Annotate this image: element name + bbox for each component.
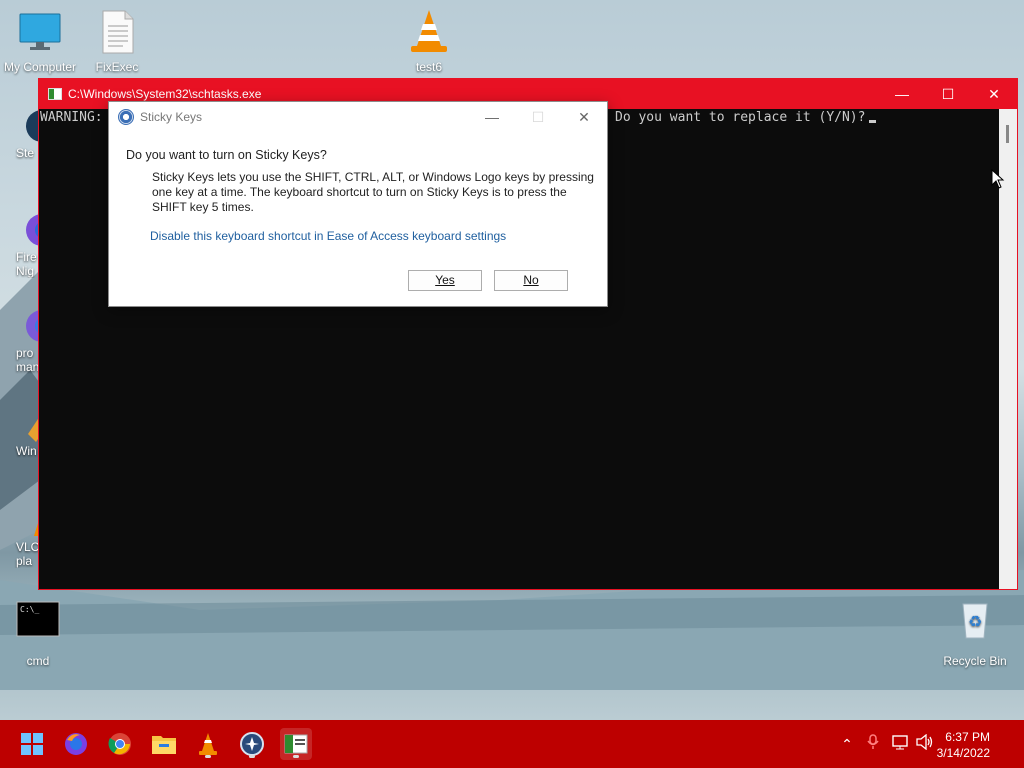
system-clock[interactable]: 6:37 PM 3/14/2022 <box>937 729 990 761</box>
monitor-icon <box>16 8 64 56</box>
yes-button[interactable]: Yes <box>408 270 482 291</box>
network-icon[interactable] <box>888 734 914 755</box>
console-window-icon <box>48 88 62 100</box>
vlc-cone-icon <box>405 8 453 56</box>
cmd-desktop-icon[interactable]: C:\_ cmd <box>0 600 78 668</box>
fixexec-label: FixExec <box>95 60 139 74</box>
show-hidden-icons-icon[interactable]: ⌃ <box>836 736 858 753</box>
cmd-icon: C:\_ <box>14 600 62 648</box>
fixexec-desktop-icon[interactable]: FixExec <box>77 8 157 74</box>
recycle-bin-desktop-icon[interactable]: ♻ Recycle Bin <box>935 600 1015 668</box>
app-icon <box>240 732 264 756</box>
dialog-title: Sticky Keys <box>140 110 203 124</box>
recycle-bin-icon: ♻ <box>951 600 999 648</box>
console-maximize-button[interactable]: ☐ <box>925 79 971 109</box>
dialog-description: Sticky Keys lets you use the SHIFT, CTRL… <box>152 170 594 214</box>
taskbar-app[interactable] <box>236 728 268 760</box>
mouse-pointer-icon <box>991 169 1005 189</box>
firefox-icon <box>65 733 87 755</box>
vlc-icon <box>199 733 217 755</box>
console-title: C:\Windows\System32\schtasks.exe <box>68 87 262 101</box>
taskbar-console-app[interactable] <box>280 728 312 760</box>
console-scroll-thumb[interactable] <box>1006 125 1009 143</box>
yes-button-label: Yes <box>435 273 455 287</box>
chrome-icon <box>108 733 131 755</box>
console-prompt-text: Do you want to replace it (Y/N)? <box>615 110 866 125</box>
dialog-titlebar[interactable]: Sticky Keys — ☐ ✕ <box>109 102 607 132</box>
taskbar: ⌃ 6:37 PM 3/14/2022 <box>0 720 1024 768</box>
vlc-running-indicator <box>205 755 211 758</box>
console-prompt-line: Do you want to replace it (Y/N)? <box>615 110 877 125</box>
clock-time: 6:37 PM <box>945 730 990 744</box>
recycle-bin-label: Recycle Bin <box>943 654 1007 668</box>
clock-date: 3/14/2022 <box>936 746 990 760</box>
volume-icon[interactable] <box>914 733 936 755</box>
my-computer-desktop-icon[interactable]: My Computer <box>0 8 80 74</box>
dialog-close-button[interactable]: ✕ <box>561 102 607 132</box>
dialog-minimize-button[interactable]: — <box>469 102 515 132</box>
console-close-button[interactable]: ✕ <box>971 79 1017 109</box>
svg-text:C:\_: C:\_ <box>20 605 39 614</box>
test6-desktop-icon[interactable]: test6 <box>389 8 469 74</box>
console-minimize-button[interactable]: — <box>879 79 925 109</box>
dialog-question: Do you want to turn on Sticky Keys? <box>126 148 327 162</box>
file-explorer-icon <box>152 736 176 754</box>
taskbar-chrome[interactable] <box>104 728 136 760</box>
start-icon <box>21 733 43 755</box>
system-tray: ⌃ <box>836 720 936 768</box>
console-app-icon <box>284 734 308 754</box>
my-computer-label: My Computer <box>3 60 77 74</box>
app-running-indicator <box>249 755 255 758</box>
cmd-label: cmd <box>26 654 50 668</box>
disable-shortcut-link[interactable]: Disable this keyboard shortcut in Ease o… <box>150 229 506 243</box>
no-button-label: No <box>523 273 539 287</box>
text-file-icon <box>93 8 141 56</box>
no-button[interactable]: No <box>494 270 568 291</box>
svg-text:♻: ♻ <box>968 612 982 631</box>
console-running-indicator <box>293 755 299 758</box>
taskbar-vlc[interactable] <box>192 728 224 760</box>
console-cursor <box>869 120 877 123</box>
taskbar-file-explorer[interactable] <box>148 728 180 760</box>
sticky-keys-dialog[interactable]: Sticky Keys — ☐ ✕ Do you want to turn on… <box>108 101 608 307</box>
microphone-icon[interactable] <box>858 733 888 755</box>
test6-label: test6 <box>415 60 442 74</box>
dialog-maximize-button: ☐ <box>531 108 545 125</box>
start-button[interactable] <box>16 728 48 760</box>
ease-of-access-icon <box>118 109 134 125</box>
taskbar-firefox[interactable] <box>60 728 92 760</box>
